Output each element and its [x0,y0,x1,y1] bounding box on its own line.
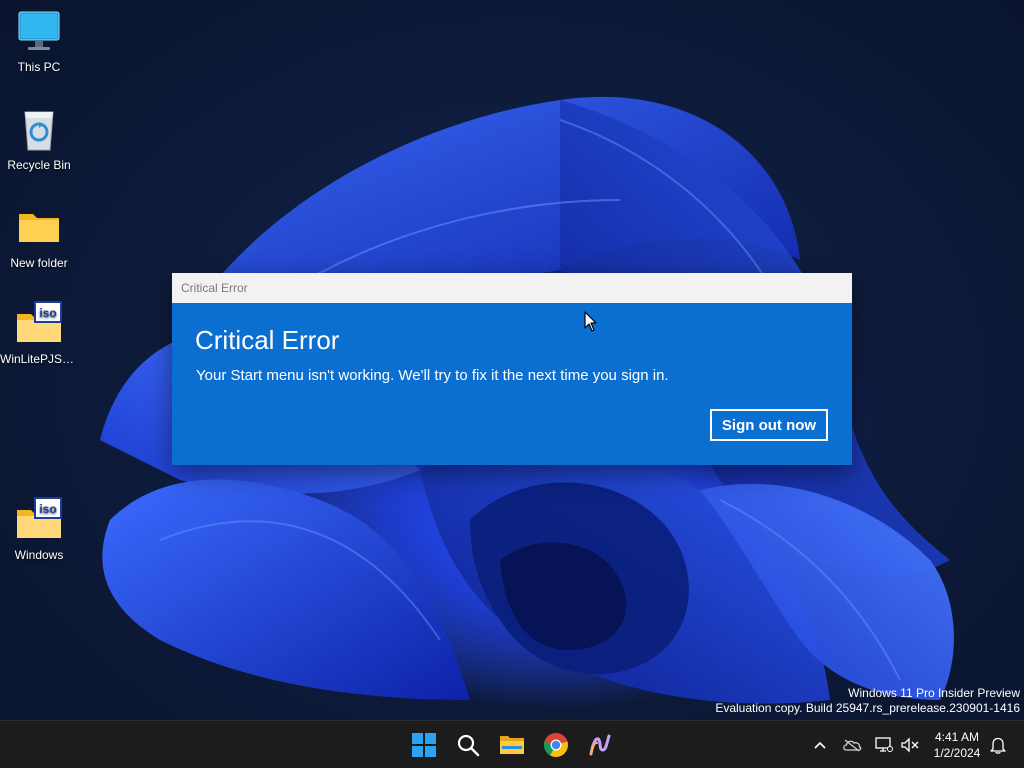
onedrive-tray-button[interactable] [842,735,862,755]
clock-time: 4:41 AM [934,730,980,744]
taskbar-chrome-button[interactable] [542,731,570,759]
monitor-icon [15,8,63,56]
file-explorer-icon [500,736,524,754]
svg-text:iso: iso [39,502,56,516]
watermark-line-edition: Windows 11 Pro Insider Preview [848,686,1020,700]
dialog-message: Your Start menu isn't working. We'll try… [196,367,669,384]
watermark-line-build: Evaluation copy. Build 25947.rs_prerelea… [715,701,1020,715]
desktop-icon-winlite-iso[interactable]: iso WinLitePJSK... [0,300,78,366]
dialog-window-title: Critical Error [181,281,248,295]
clock-date: 1/2/2024 [933,746,981,760]
iso-file-icon: iso [15,496,63,544]
show-hidden-icons-button[interactable] [810,735,830,755]
start-button[interactable] [410,731,438,759]
iso-file-icon: iso [15,300,63,348]
mouse-cursor-icon [584,311,598,337]
onedrive-icon [843,739,862,752]
evaluation-watermark: Windows 11 Pro Insider Preview Evaluatio… [715,686,1020,716]
dialog-titlebar[interactable]: Critical Error [172,273,852,303]
desktop-icon-recycle-bin[interactable]: Recycle Bin [0,106,78,172]
taskbar-app-button[interactable] [586,731,614,759]
folder-icon [15,204,63,252]
chrome-icon [544,733,568,757]
sign-out-now-button[interactable]: Sign out now [710,409,828,441]
taskbar-file-explorer-button[interactable] [498,731,526,759]
desktop-icon-label: Windows [14,548,64,562]
taskbar-search-button[interactable] [454,731,482,759]
taskbar-clock[interactable]: 4:41 AM 1/2/2024 [924,729,990,761]
desktop-icon-this-pc[interactable]: This PC [0,8,78,74]
volume-muted-icon [901,737,919,753]
recycle-bin-icon [15,106,63,154]
desktop-icon-label: WinLitePJSK... [0,352,78,366]
network-tray-button[interactable] [874,735,894,755]
volume-tray-button[interactable] [900,735,920,755]
desktop-icon-label: New folder [10,256,68,270]
desktop-icon-label: Recycle Bin [7,158,71,172]
dialog-body: Critical Error Your Start menu isn't wor… [172,303,852,465]
app-icon [589,734,611,756]
network-icon [875,737,893,752]
dialog-heading: Critical Error [195,325,340,355]
desktop-icon-label: This PC [17,60,61,74]
critical-error-dialog: Critical Error Critical Error Your Start… [172,273,852,465]
notifications-button[interactable] [988,735,1008,755]
start-icon [412,733,436,757]
desktop-icon-windows-iso[interactable]: iso Windows [0,496,78,562]
notification-bell-icon [990,737,1006,754]
taskbar: 4:41 AM 1/2/2024 [0,720,1024,768]
desktop-icon-new-folder[interactable]: New folder [0,204,78,270]
svg-text:iso: iso [39,306,56,320]
chevron-up-icon [814,741,826,749]
desktop-screen: This PC Recycle Bin New folder iso WinLi… [0,0,1024,768]
search-icon [457,734,480,757]
